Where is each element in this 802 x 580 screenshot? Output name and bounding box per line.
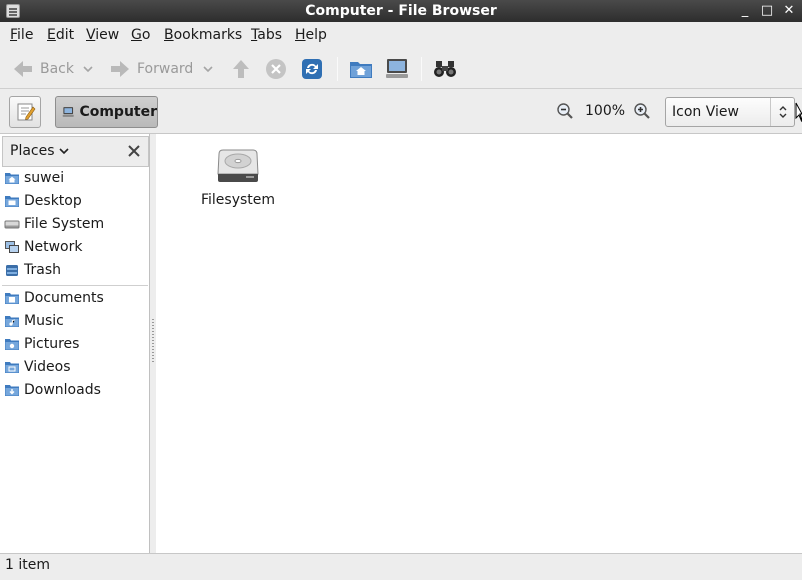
sidebar-item-documents[interactable]: Documents xyxy=(4,287,104,309)
view-mode-value: Icon View xyxy=(672,104,739,120)
home-folder-icon xyxy=(350,62,372,78)
computer-icon xyxy=(62,107,74,117)
menu-bookmarks[interactable]: Bookmarks xyxy=(164,27,242,43)
sidebar-item-desktop[interactable]: Desktop xyxy=(4,190,82,212)
computer-button[interactable] xyxy=(385,55,409,83)
sidebar-item-home[interactable]: suwei xyxy=(4,167,64,189)
back-history-dropdown-icon[interactable] xyxy=(82,63,94,75)
desktop-folder-icon xyxy=(5,196,19,207)
sidebar-header: Places xyxy=(2,136,149,167)
menu-help[interactable]: Help xyxy=(295,27,327,43)
computer-icon xyxy=(386,59,408,78)
stop-button[interactable] xyxy=(265,55,287,83)
forward-button[interactable]: Forward xyxy=(109,55,193,83)
file-item-filesystem[interactable]: Filesystem xyxy=(196,148,280,208)
hard-drive-icon xyxy=(217,149,259,182)
location-bar: Computer 100% Icon View xyxy=(0,90,802,134)
location-edit-toggle[interactable] xyxy=(9,96,41,128)
sidebar-item-music[interactable]: Music xyxy=(4,310,64,332)
view-mode-arrows xyxy=(770,98,794,126)
sidebar-item-network[interactable]: Network xyxy=(4,236,82,258)
places-dropdown[interactable]: Places xyxy=(10,143,70,159)
sidebar-divider xyxy=(2,285,148,286)
sidebar: Places suwei Desktop File System Network… xyxy=(0,134,150,553)
sidebar-item-trash[interactable]: Trash xyxy=(4,259,61,281)
trash-icon xyxy=(6,265,18,276)
toolbar-separator xyxy=(421,57,422,81)
videos-folder-icon xyxy=(5,362,19,373)
updown-chevron-icon xyxy=(779,106,787,118)
status-text: 1 item xyxy=(5,557,50,573)
file-view[interactable]: Filesystem xyxy=(156,134,802,553)
forward-history-dropdown-icon[interactable] xyxy=(202,63,214,75)
stop-icon xyxy=(266,59,286,79)
documents-folder-icon xyxy=(5,293,19,304)
close-button[interactable]: ✕ xyxy=(781,3,797,19)
breadcrumb-computer[interactable]: Computer xyxy=(55,96,158,128)
pane-grip xyxy=(152,319,154,363)
maximize-button[interactable]: □ xyxy=(759,3,775,19)
menu-file[interactable]: File xyxy=(10,27,33,43)
home-folder-icon xyxy=(5,173,19,184)
sidebar-item-file-system[interactable]: File System xyxy=(4,213,104,235)
downloads-folder-icon xyxy=(5,385,19,396)
up-arrow-icon xyxy=(233,60,249,78)
menu-tabs[interactable]: Tabs xyxy=(251,27,282,43)
status-bar: 1 item xyxy=(0,553,802,580)
network-icon xyxy=(5,241,19,253)
up-button[interactable] xyxy=(230,55,252,83)
pictures-folder-icon xyxy=(5,339,19,350)
menu-edit[interactable]: Edit xyxy=(47,27,74,43)
search-button[interactable] xyxy=(433,55,457,83)
forward-arrow-icon xyxy=(111,61,129,77)
toolbar: Back Forward xyxy=(0,49,802,89)
sidebar-item-pictures[interactable]: Pictures xyxy=(4,333,79,355)
back-button[interactable]: Back xyxy=(12,55,74,83)
menu-go[interactable]: Go xyxy=(131,27,150,43)
edit-location-icon xyxy=(17,103,36,121)
search-binoculars-icon xyxy=(434,61,456,77)
reload-button[interactable] xyxy=(301,55,323,83)
menu-view[interactable]: View xyxy=(86,27,119,43)
back-arrow-icon xyxy=(14,61,32,77)
minimize-button[interactable]: _ xyxy=(737,3,753,19)
sidebar-item-videos[interactable]: Videos xyxy=(4,356,71,378)
sidebar-item-downloads[interactable]: Downloads xyxy=(4,379,101,401)
view-mode-select[interactable]: Icon View xyxy=(665,97,795,127)
toolbar-separator xyxy=(337,57,338,81)
title-bar[interactable]: Computer - File Browser _ □ ✕ xyxy=(0,0,802,22)
drive-icon xyxy=(4,220,20,229)
window-title: Computer - File Browser xyxy=(305,3,497,19)
mouse-cursor-icon xyxy=(795,102,802,122)
zoom-out-icon[interactable] xyxy=(556,102,574,120)
zoom-level[interactable]: 100% xyxy=(585,103,625,119)
music-folder-icon xyxy=(5,316,19,327)
zoom-in-icon[interactable] xyxy=(633,102,651,120)
chevron-down-icon xyxy=(58,148,69,155)
reload-icon xyxy=(302,59,322,79)
menu-bar: File Edit View Go Bookmarks Tabs Help xyxy=(0,22,802,49)
home-button[interactable] xyxy=(349,55,373,83)
close-sidebar-icon[interactable] xyxy=(127,144,141,158)
